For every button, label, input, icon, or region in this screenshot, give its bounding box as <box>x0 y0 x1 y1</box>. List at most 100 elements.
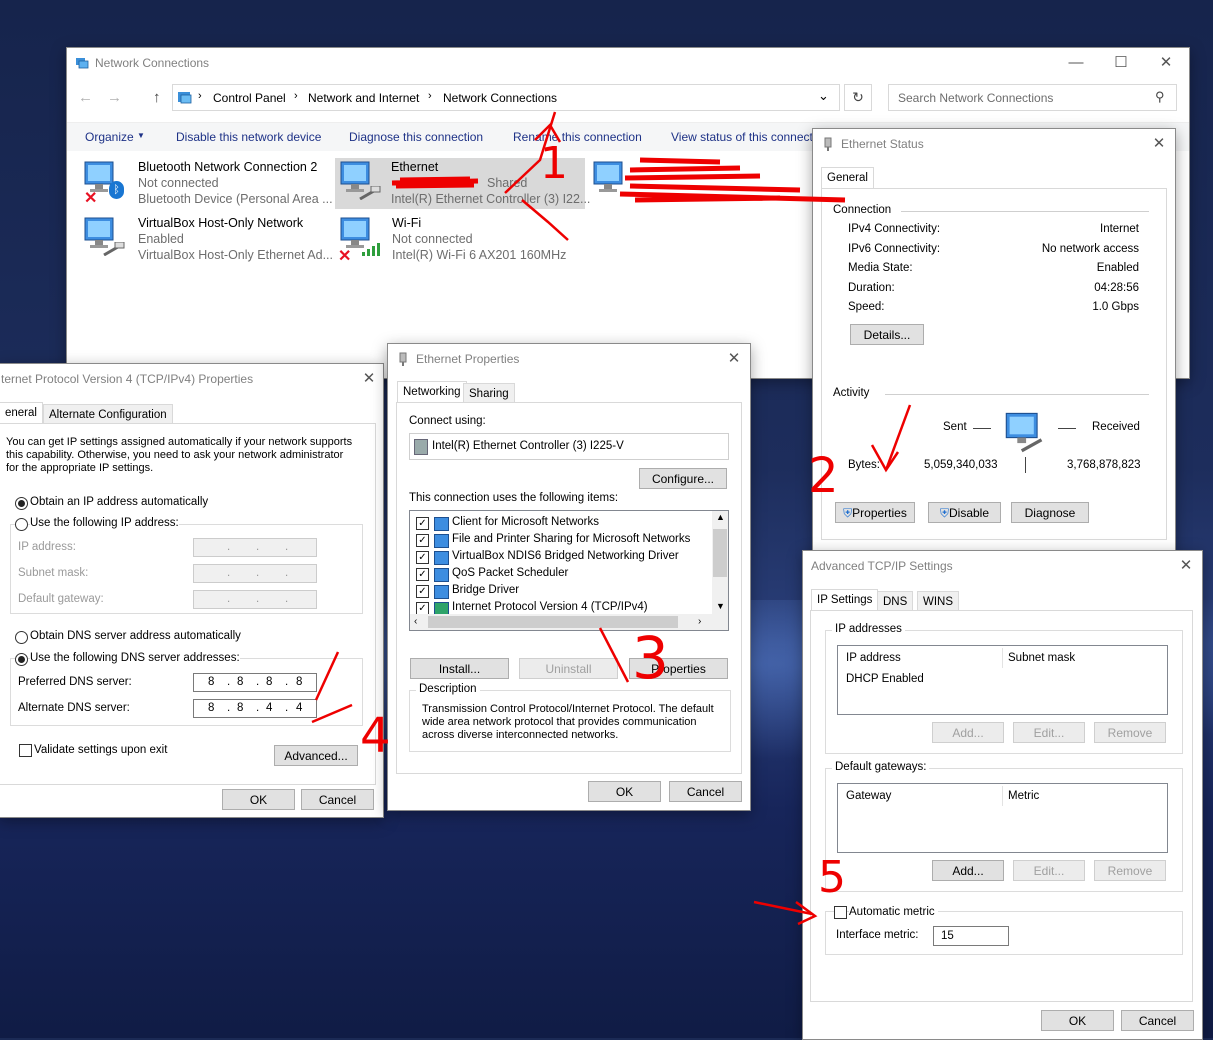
obtain-ip-radio[interactable] <box>15 497 28 510</box>
forward-arrow-icon[interactable]: → <box>107 89 122 106</box>
disable-device-button[interactable]: Disable this network device <box>176 130 321 144</box>
breadcrumb-control-panel[interactable]: Control Panel <box>213 91 286 105</box>
list-item[interactable]: ✓ Bridge Driver <box>410 583 710 600</box>
address-bar[interactable]: › Control Panel › Network and Internet ›… <box>172 84 840 111</box>
uninstall-button[interactable]: Uninstall <box>519 658 618 679</box>
list-item[interactable]: ✓ Client for Microsoft Networks <box>410 515 710 532</box>
vertical-scrollbar[interactable]: ▲ ▼ <box>712 511 728 614</box>
tab-alternate-configuration[interactable]: Alternate Configuration <box>43 404 173 424</box>
column-header[interactable]: IP address <box>846 652 901 664</box>
back-arrow-icon[interactable]: ← <box>78 89 93 106</box>
use-dns-radio[interactable] <box>15 653 28 666</box>
breadcrumb-network-connections[interactable]: Network Connections <box>443 91 557 105</box>
gateways-list[interactable]: Gateway Metric <box>837 783 1168 853</box>
maximize-icon[interactable]: ☐ <box>1106 48 1136 78</box>
cancel-button[interactable]: Cancel <box>1121 1010 1194 1031</box>
list-item[interactable]: ✓ QoS Packet Scheduler <box>410 566 710 583</box>
close-icon[interactable]: ✕ <box>719 344 749 374</box>
items-list[interactable]: ✓ Client for Microsoft Networks ✓ File and … <box>409 510 729 631</box>
tab-general[interactable]: General <box>821 167 874 189</box>
install-button[interactable]: Install... <box>410 658 509 679</box>
advanced-tcpip-window: Advanced TCP/IP Settings ✕ IP Settings D… <box>802 550 1203 1040</box>
list-item[interactable]: ✓ File and Printer Sharing for Microsoft … <box>410 532 710 549</box>
up-arrow-icon[interactable]: ↑ <box>153 89 161 106</box>
close-icon[interactable]: ✕ <box>354 364 384 394</box>
tab-general[interactable]: eneral <box>0 402 43 424</box>
ip-edit-button[interactable]: Edit... <box>1013 722 1085 743</box>
checkbox-checked[interactable]: ✓ <box>416 585 429 598</box>
column-header[interactable]: Metric <box>1008 790 1039 802</box>
checkbox-checked[interactable]: ✓ <box>416 551 429 564</box>
search-input[interactable]: Search Network Connections <box>898 91 1053 105</box>
close-icon[interactable]: ✕ <box>1171 551 1201 581</box>
properties-button[interactable]: ⛨Properties <box>835 502 915 523</box>
close-icon[interactable]: ✕ <box>1144 129 1174 159</box>
connection-item-bluetooth[interactable]: ᛒ ✕ Bluetooth Network Connection 2 Not c… <box>83 156 333 208</box>
ok-button[interactable]: OK <box>588 781 661 802</box>
organize-menu[interactable]: Organize <box>85 130 134 144</box>
interface-metric-field[interactable]: 15 <box>933 926 1009 946</box>
gateway-add-button[interactable]: Add... <box>932 860 1004 881</box>
cancel-button[interactable]: Cancel <box>301 789 374 810</box>
octet: 8 <box>296 676 303 688</box>
validate-checkbox[interactable] <box>19 744 32 757</box>
list-item[interactable]: ✓ VirtualBox NDIS6 Bridged Networking Dri… <box>410 549 710 566</box>
scroll-down-icon[interactable]: ▼ <box>716 601 725 611</box>
default-gateway-field[interactable]: ... <box>193 590 317 609</box>
checkbox-checked[interactable]: ✓ <box>416 534 429 547</box>
ok-button[interactable]: OK <box>222 789 295 810</box>
tab-networking[interactable]: Networking <box>397 381 467 403</box>
list-item[interactable]: DHCP Enabled <box>846 673 924 685</box>
connection-item-ethernet[interactable]: Ethernet Shared Intel(R) Ethernet Contro… <box>335 158 590 209</box>
use-ip-radio[interactable] <box>15 518 28 531</box>
title-bar: Ethernet Status ✕ <box>813 129 1175 159</box>
tab-sharing[interactable]: Sharing <box>463 383 515 403</box>
search-box[interactable]: Search Network Connections ⚲ <box>888 84 1177 111</box>
search-icon[interactable]: ⚲ <box>1155 89 1165 105</box>
obtain-dns-radio[interactable] <box>15 631 28 644</box>
advanced-button[interactable]: Advanced... <box>274 745 358 766</box>
column-header[interactable]: Subnet mask <box>1008 652 1075 664</box>
properties-button[interactable]: Properties <box>629 658 728 679</box>
column-header[interactable]: Gateway <box>846 790 891 802</box>
chevron-down-icon[interactable]: ⌄ <box>818 88 829 104</box>
close-icon[interactable]: ✕ <box>1151 48 1181 78</box>
connection-item-wifi[interactable]: ✕ Wi-Fi Not connected Intel(R) Wi-Fi 6 A… <box>337 214 587 266</box>
automatic-metric-checkbox[interactable] <box>834 906 847 919</box>
breadcrumb-network-internet[interactable]: Network and Internet <box>308 91 419 105</box>
tab-ip-settings[interactable]: IP Settings <box>811 589 879 611</box>
preferred-dns-field[interactable]: 8. 8. 8. 8 <box>193 673 317 692</box>
connection-item-redacted[interactable] <box>592 156 652 208</box>
checkbox-checked[interactable]: ✓ <box>416 517 429 530</box>
alternate-dns-field[interactable]: 8. 8. 4. 4 <box>193 699 317 718</box>
scroll-right-icon[interactable]: › <box>698 616 701 627</box>
scroll-left-icon[interactable]: ‹ <box>414 616 417 627</box>
checkbox-checked[interactable]: ✓ <box>416 568 429 581</box>
ok-button[interactable]: OK <box>1041 1010 1114 1031</box>
diagnose-button[interactable]: Diagnose this connection <box>349 130 483 144</box>
refresh-button[interactable]: ↻ <box>844 84 872 111</box>
tab-wins[interactable]: WINS <box>917 591 960 611</box>
disable-button[interactable]: ⛨Disable <box>928 502 1001 523</box>
minimize-icon[interactable]: — <box>1061 48 1091 78</box>
h-scroll-thumb[interactable] <box>428 616 678 628</box>
diagnose-button[interactable]: Diagnose <box>1011 502 1089 523</box>
gateway-remove-button[interactable]: Remove <box>1094 860 1166 881</box>
network-component-icon <box>434 585 449 599</box>
gateway-edit-button[interactable]: Edit... <box>1013 860 1085 881</box>
configure-button[interactable]: Configure... <box>639 468 727 489</box>
tab-dns[interactable]: DNS <box>877 591 914 611</box>
scroll-thumb[interactable] <box>713 529 727 577</box>
ip-add-button[interactable]: Add... <box>932 722 1004 743</box>
details-button[interactable]: Details... <box>850 324 924 345</box>
view-status-button[interactable]: View status of this connecti <box>671 130 816 144</box>
horizontal-scrollbar[interactable]: ‹ › <box>410 614 728 630</box>
ip-address-field[interactable]: ... <box>193 538 317 557</box>
scroll-up-icon[interactable]: ▲ <box>716 512 725 522</box>
ip-remove-button[interactable]: Remove <box>1094 722 1166 743</box>
connection-item-virtualbox[interactable]: VirtualBox Host-Only Network Enabled Vir… <box>83 214 333 266</box>
ip-addresses-list[interactable]: IP address Subnet mask DHCP Enabled <box>837 645 1168 715</box>
cancel-button[interactable]: Cancel <box>669 781 742 802</box>
rename-button[interactable]: Rename this connection <box>513 130 642 144</box>
subnet-mask-field[interactable]: ... <box>193 564 317 583</box>
